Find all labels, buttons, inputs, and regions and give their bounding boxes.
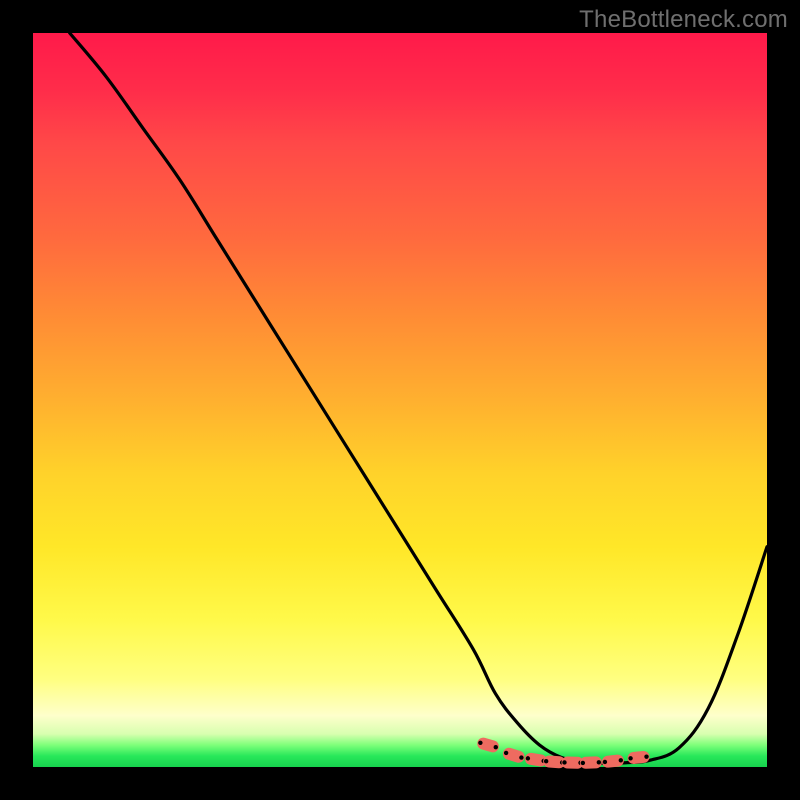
chart-svg [33,33,767,767]
marker-end-dot [478,741,482,745]
watermark-text: TheBottleneck.com [579,6,788,34]
chart-plot-area [33,33,767,767]
marker-end-dot [644,754,648,758]
marker-end-dot [504,751,508,755]
marker-capsule [476,736,500,754]
bottleneck-curve [70,33,767,763]
marker-end-dot [597,760,601,764]
marker-capsule [501,746,526,764]
marker-end-dot [619,758,623,762]
marker-end-dot [581,761,585,765]
marker-end-dot [526,756,530,760]
chart-frame: TheBottleneck.com [0,0,800,800]
marker-end-dot [494,745,498,749]
marker-end-dot [519,755,523,759]
marker-end-dot [628,756,632,760]
marker-end-dot [562,760,566,764]
marker-end-dot [603,760,607,764]
marker-end-dot [544,759,548,763]
